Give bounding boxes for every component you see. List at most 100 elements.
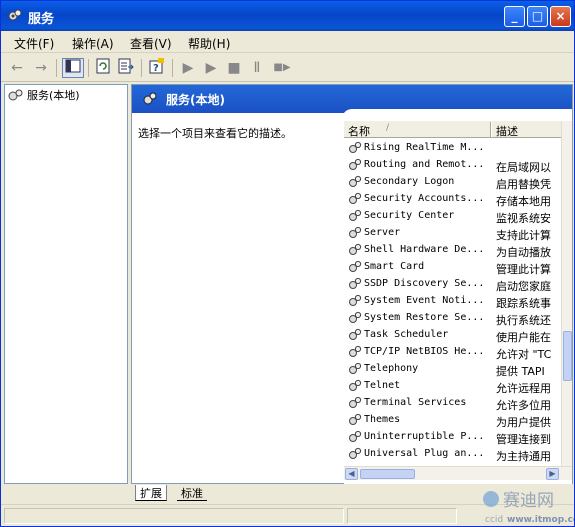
menu-view[interactable]: 查看(V) <box>130 35 172 52</box>
tab-extended[interactable]: 扩展 <box>135 485 167 501</box>
toolbar: ← → ? ▶ ▶ ■ Ⅱ ■▶ <box>1 54 574 82</box>
export-list-icon[interactable] <box>115 58 137 78</box>
refresh-icon[interactable] <box>92 58 114 78</box>
scroll-right-icon[interactable]: ▶ <box>546 468 559 480</box>
service-name: Telnet <box>364 380 401 391</box>
service-gear-icon <box>349 413 362 425</box>
service-row[interactable]: Task Scheduler 使用户能在 <box>344 327 561 344</box>
service-row[interactable]: Terminal Services 允许多位用 <box>344 395 561 412</box>
menu-file[interactable]: 文件(F) <box>14 35 54 52</box>
service-name: Uninterruptible P... <box>364 431 485 442</box>
back-icon[interactable]: ← <box>6 58 28 78</box>
svg-text:赛迪网: 赛迪网 <box>503 490 554 511</box>
service-description: 提供 TAPI <box>496 365 545 378</box>
tab-standard[interactable]: 标准 <box>177 485 207 501</box>
service-name: Security Center <box>364 210 455 221</box>
service-name: SSDP Discovery Se... <box>364 278 485 289</box>
service-gear-icon <box>349 158 362 170</box>
forward-icon[interactable]: → <box>30 58 52 78</box>
service-row[interactable]: System Event Noti... 跟踪系统事 <box>344 293 561 310</box>
service-row[interactable]: Secondary Logon 启用替换凭 <box>344 174 561 191</box>
service-row[interactable]: Shell Hardware De... 为自动播放 <box>344 242 561 259</box>
service-name: Routing and Remot... <box>364 159 485 170</box>
service-gear-icon <box>349 362 362 374</box>
service-gear-icon <box>349 209 362 221</box>
service-name: System Restore Se... <box>364 312 485 323</box>
sort-indicator-icon: / <box>386 123 390 133</box>
svg-text:ccid: ccid <box>485 515 503 525</box>
service-name: System Event Noti... <box>364 295 485 306</box>
details-pane: 服务(本地) 选择一个项目来查看它的描述。 名称 / 描述 Rising Rea… <box>131 84 573 485</box>
service-row[interactable]: SSDP Discovery Se... 启动您家庭 <box>344 276 561 293</box>
vertical-scroll-thumb[interactable] <box>563 331 572 381</box>
tree-item-services-local[interactable]: 服务(本地) <box>27 87 80 103</box>
restart-service-icon[interactable]: ■▶ <box>269 58 295 78</box>
service-row[interactable]: Rising RealTime M... <box>344 140 561 157</box>
help-icon[interactable]: ? <box>146 58 168 78</box>
horizontal-scroll-thumb[interactable] <box>360 469 415 479</box>
column-name[interactable]: 名称 <box>348 123 370 139</box>
service-description: 允许远程用 <box>496 382 551 395</box>
menu-bar: 文件(F) 操作(A) 查看(V) 帮助(H) <box>1 31 574 53</box>
column-description[interactable]: 描述 <box>496 123 518 139</box>
show-hide-tree-icon[interactable] <box>62 58 84 78</box>
service-name: Smart Card <box>364 261 425 272</box>
service-description: 在局域网以 <box>496 161 551 174</box>
service-description: 存储本地用 <box>496 195 551 208</box>
service-row[interactable]: Telnet 允许远程用 <box>344 378 561 395</box>
pane-corner <box>342 109 572 119</box>
service-description: 为自动播放 <box>496 246 551 259</box>
services-gear-icon <box>8 89 23 101</box>
menu-action[interactable]: 操作(A) <box>72 35 114 52</box>
service-name: Security Accounts... <box>364 193 485 204</box>
service-row[interactable]: System Restore Se... 执行系统还 <box>344 310 561 327</box>
pane-title: 服务(本地) <box>166 93 225 107</box>
service-gear-icon <box>349 396 362 408</box>
service-row[interactable]: TCP/IP NetBIOS He... 允许对 "TC <box>344 344 561 361</box>
stop-service-icon[interactable]: ■ <box>223 58 245 78</box>
service-row[interactable]: Security Accounts... 存储本地用 <box>344 191 561 208</box>
minimize-button[interactable]: _ <box>504 6 525 27</box>
service-description: 管理连接到 <box>496 433 551 446</box>
horizontal-scrollbar[interactable]: ◀ ▶ <box>344 466 572 480</box>
service-row[interactable]: Uninterruptible P... 管理连接到 <box>344 429 561 446</box>
services-window: 服务 _ □ × 文件(F) 操作(A) 查看(V) 帮助(H) ← → ? ▶… <box>0 0 575 527</box>
start-service-icon[interactable]: ▶ <box>177 58 199 78</box>
service-row[interactable]: Security Center 监视系统安 <box>344 208 561 225</box>
service-row[interactable]: Server 支持此计算 <box>344 225 561 242</box>
service-description: 启动您家庭 <box>496 280 551 293</box>
service-rows: Rising RealTime M... Routing and Remot...… <box>344 140 561 464</box>
maximize-button[interactable]: □ <box>527 6 548 27</box>
service-description: 为用户提供 <box>496 416 551 429</box>
pause-service-icon[interactable]: Ⅱ <box>246 58 268 78</box>
service-gear-icon <box>349 243 362 255</box>
service-row[interactable]: Telephony 提供 TAPI <box>344 361 561 378</box>
service-gear-icon <box>349 447 362 459</box>
menu-help[interactable]: 帮助(H) <box>188 35 230 52</box>
description-text: 选择一个项目来查看它的描述。 <box>138 127 292 140</box>
service-description: 执行系统还 <box>496 314 551 327</box>
service-row[interactable]: Universal Plug an... 为主持通用 <box>344 446 561 463</box>
service-row[interactable]: Routing and Remot... 在局域网以 <box>344 157 561 174</box>
service-gear-icon <box>349 192 362 204</box>
watermark-logo: 赛迪网 ccid www.itmop.com <box>483 490 574 525</box>
column-header: 名称 / 描述 <box>344 121 561 138</box>
service-description: 为主持通用 <box>496 450 551 463</box>
service-row[interactable]: Smart Card 管理此计算 <box>344 259 561 276</box>
toolbar-separator <box>56 59 57 77</box>
service-description: 使用户能在 <box>496 331 551 344</box>
title-bar[interactable]: 服务 _ □ × <box>1 1 574 31</box>
toolbar-separator <box>141 59 142 77</box>
service-name: Server <box>364 227 401 238</box>
service-gear-icon <box>349 226 362 238</box>
close-button[interactable]: × <box>550 6 571 27</box>
service-gear-icon <box>349 311 362 323</box>
service-name: Shell Hardware De... <box>364 244 485 255</box>
scroll-left-icon[interactable]: ◀ <box>345 468 358 480</box>
vertical-scrollbar[interactable] <box>561 121 572 466</box>
service-row[interactable]: Themes 为用户提供 <box>344 412 561 429</box>
window-title: 服务 <box>28 12 55 27</box>
column-divider[interactable] <box>490 122 492 137</box>
service-name: Telephony <box>364 363 419 374</box>
play-icon[interactable]: ▶ <box>200 58 222 78</box>
